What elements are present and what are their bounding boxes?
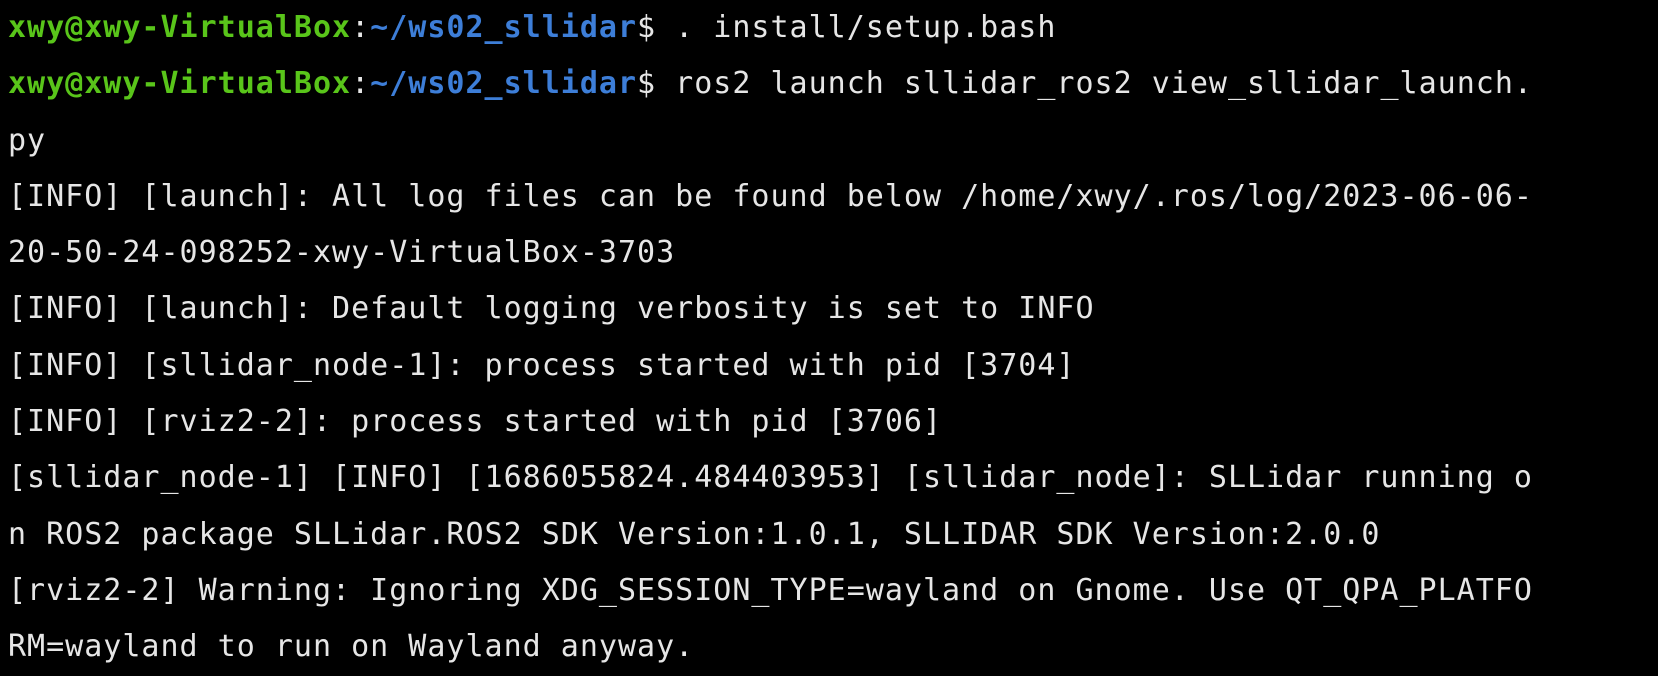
- prompt-symbol: $: [637, 66, 657, 102]
- prompt-path: ~/ws02_sllidar: [370, 66, 638, 102]
- command-text: ros2 launch sllidar_ros2 view_sllidar_la…: [656, 66, 1533, 102]
- prompt-user-host: xwy@xwy-VirtualBox: [8, 10, 352, 45]
- output-line: [INFO] [sllidar_node-1]: process started…: [8, 347, 1076, 383]
- command-text: . install/setup.bash: [656, 10, 1057, 45]
- output-line: RM=wayland to run on Wayland anyway.: [8, 629, 695, 665]
- output-line: 20-50-24-098252-xwy-VirtualBox-3703: [8, 235, 676, 271]
- output-line: [INFO] [launch]: All log files can be fo…: [8, 178, 1533, 214]
- output-line: [sllidar_node-1] [INFO] [1686055824.4844…: [8, 460, 1533, 496]
- prompt-symbol: $: [637, 10, 657, 45]
- prompt-user-host: xwy@xwy-VirtualBox: [8, 66, 352, 102]
- prompt-separator: :: [351, 66, 371, 102]
- prompt-separator: :: [351, 10, 371, 45]
- output-line: [INFO] [launch]: Default logging verbosi…: [8, 291, 1095, 327]
- output-line: [INFO] [rviz2-2]: process started with p…: [8, 404, 943, 440]
- prompt-line: xwy@xwy-VirtualBox:~/ws02_sllidar$ . ins…: [8, 0, 1658, 56]
- terminal-window[interactable]: xwy@xwy-VirtualBox:~/ws02_sllidar$ . ins…: [0, 0, 1658, 676]
- prompt-line: xwy@xwy-VirtualBox:~/ws02_sllidar$ ros2 …: [8, 56, 1658, 112]
- output-line: [rviz2-2] Warning: Ignoring XDG_SESSION_…: [8, 572, 1533, 608]
- output-line: n ROS2 package SLLidar.ROS2 SDK Version:…: [8, 516, 1381, 552]
- output-line: py: [8, 122, 47, 158]
- prompt-path: ~/ws02_sllidar: [370, 10, 638, 45]
